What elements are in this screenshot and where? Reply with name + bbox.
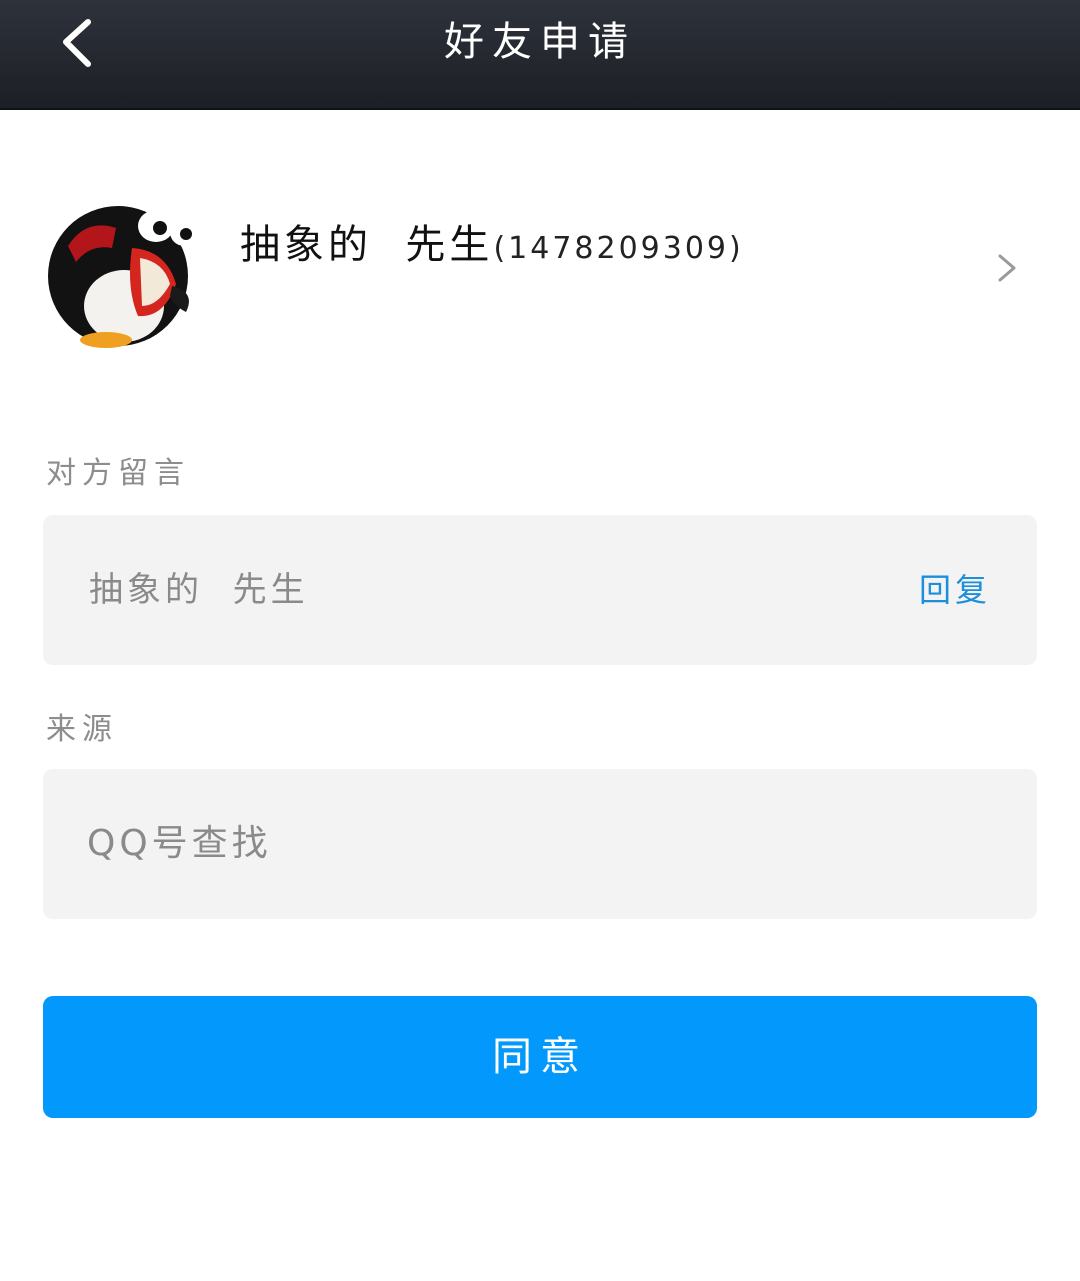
message-box: 抽象的 先生 回复 — [43, 515, 1037, 665]
message-label: 对方留言 — [46, 456, 190, 491]
source-box: QQ号查找 — [43, 769, 1037, 919]
message-text: 抽象的 先生 — [89, 570, 309, 610]
profile-name: 抽象的 先生 — [240, 222, 494, 268]
page-title: 好友申请 — [444, 19, 636, 65]
profile-qq-number: (1478209309) — [493, 231, 744, 266]
source-text: QQ号查找 — [87, 823, 272, 864]
chevron-right-icon — [998, 254, 1016, 282]
avatar — [48, 206, 198, 348]
nav-bar: 好友申请 — [0, 0, 1080, 110]
profile-name-line: 抽象的 先生(1478209309) — [240, 212, 744, 270]
profile-row[interactable]: 抽象的 先生(1478209309) — [0, 160, 1080, 380]
source-label: 来源 — [46, 712, 118, 747]
reply-link[interactable]: 回复 — [919, 515, 991, 665]
agree-button[interactable]: 同意 — [43, 996, 1037, 1118]
